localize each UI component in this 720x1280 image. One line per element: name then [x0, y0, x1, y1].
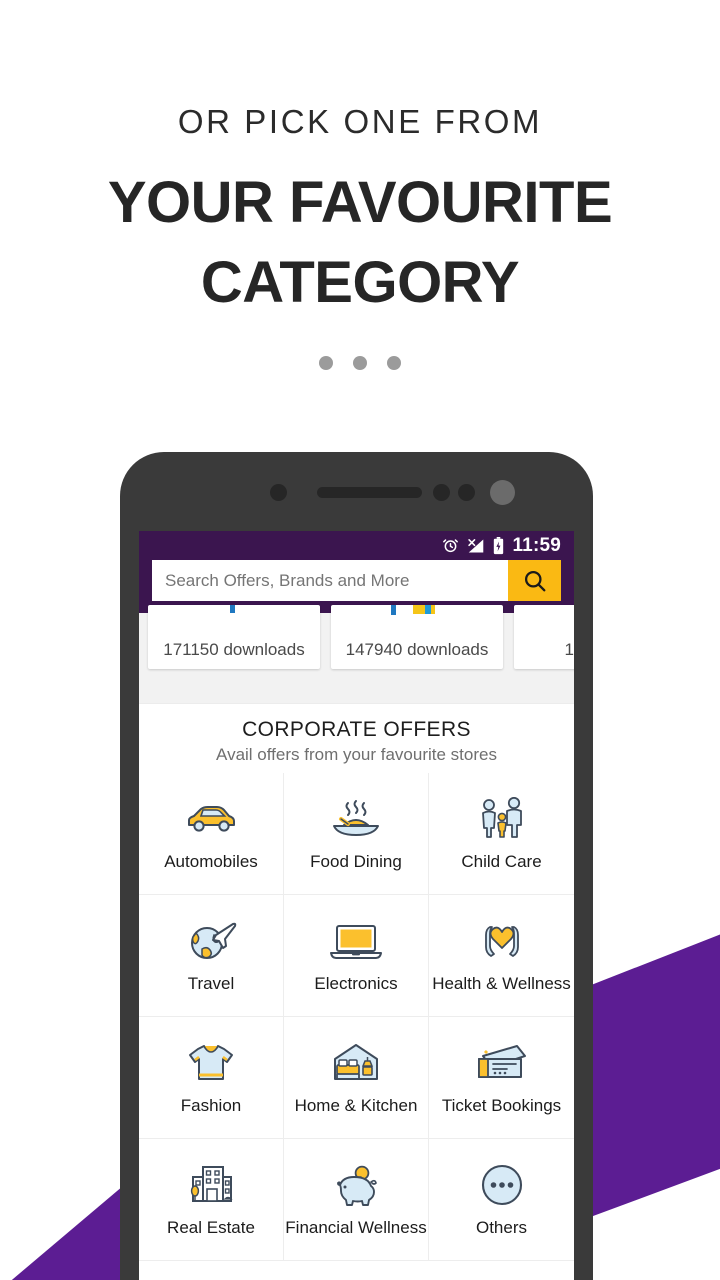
category-cell-travel[interactable]: Travel	[139, 895, 284, 1017]
headline-block: OR PICK ONE FROM YOUR FAVOURITE CATEGORY	[0, 0, 720, 323]
tshirt-icon	[186, 1039, 236, 1087]
category-label: Fashion	[180, 1096, 242, 1115]
carousel-dot-3[interactable]	[387, 356, 401, 370]
carousel-dot-1[interactable]	[319, 356, 333, 370]
category-cell-home-kitchen[interactable]: Home & Kitchen	[284, 1017, 429, 1139]
download-count: 171150 downloads	[163, 640, 305, 659]
building-icon	[185, 1161, 237, 1209]
category-label: Health & Wellness	[432, 974, 571, 993]
download-count: 127004 d	[564, 640, 574, 659]
android-status-bar: 11:59	[139, 531, 574, 560]
proximity-sensor-icon	[270, 484, 287, 501]
ellipsis-circle-icon	[479, 1161, 525, 1209]
carousel-dots[interactable]	[0, 356, 720, 370]
download-card[interactable]: 171150 downloads	[148, 605, 320, 669]
category-label: Others	[475, 1218, 528, 1237]
light-sensor-icon	[433, 484, 450, 501]
carousel-dot-2[interactable]	[353, 356, 367, 370]
family-icon	[475, 795, 529, 843]
phone-top-bezel	[120, 452, 593, 532]
category-cell-electronics[interactable]: Electronics	[284, 895, 429, 1017]
category-cell-real-estate[interactable]: Real Estate	[139, 1139, 284, 1261]
piggy-bank-icon	[328, 1161, 384, 1209]
bed-house-icon	[327, 1039, 385, 1087]
laptop-icon	[327, 917, 385, 965]
battery-icon	[493, 536, 504, 555]
category-label: Ticket Bookings	[441, 1096, 562, 1115]
led-indicator-icon	[458, 484, 475, 501]
category-cell-child-care[interactable]: Child Care	[429, 773, 574, 895]
download-count: 147940 downloads	[345, 640, 489, 659]
download-card[interactable]: 147940 downloads	[331, 605, 503, 669]
category-label: Real Estate	[167, 1218, 255, 1237]
category-cell-automobiles[interactable]: Automobiles	[139, 773, 284, 895]
download-card[interactable]: 127004 d	[514, 605, 574, 669]
signal-icon	[467, 538, 485, 554]
category-cell-ticket-bookings[interactable]: Ticket Bookings	[429, 1017, 574, 1139]
search-input[interactable]	[152, 560, 508, 601]
category-cell-food-dining[interactable]: Food Dining	[284, 773, 429, 895]
category-cell-others[interactable]: Others	[429, 1139, 574, 1261]
earpiece-speaker	[317, 487, 422, 498]
corporate-offers-subtitle: Avail offers from your favourite stores	[216, 745, 497, 764]
category-cell-financial-wellness[interactable]: Financial Wellness	[284, 1139, 429, 1261]
app-logo-icon	[387, 605, 447, 617]
category-label: Food Dining	[310, 852, 402, 871]
app-logo-icon	[214, 605, 254, 615]
category-cell-health-wellness[interactable]: Health & Wellness	[429, 895, 574, 1017]
search-bar[interactable]	[152, 560, 561, 601]
corporate-offers-title: CORPORATE OFFERS	[242, 718, 471, 741]
app-download-cards-strip: 171150 downloads 147940 downloads 1	[139, 605, 574, 703]
food-plate-icon	[328, 795, 384, 843]
category-label: Child Care	[461, 852, 542, 871]
category-label: Home & Kitchen	[294, 1096, 418, 1115]
category-label: Travel	[187, 974, 235, 993]
page-root: OR PICK ONE FROM YOUR FAVOURITE CATEGORY	[0, 0, 720, 1280]
status-bar-clock: 11:59	[512, 534, 561, 556]
headline-title-line2: CATEGORY	[200, 250, 520, 315]
headline-kicker: OR PICK ONE FROM	[177, 103, 543, 140]
headline-title-line1: YOUR FAVOURITE	[107, 170, 613, 235]
phone-screen: 11:59 Search Offers, Brands and More 171…	[139, 531, 574, 1280]
hands-heart-icon	[474, 917, 530, 965]
category-cell-fashion[interactable]: Fashion	[139, 1017, 284, 1139]
corporate-offers-header: CORPORATE OFFERS Avail offers from your …	[139, 703, 574, 773]
category-label: Financial Wellness	[285, 1218, 427, 1237]
category-grid: Automobiles Food Dining Child Care Trave…	[139, 773, 574, 1261]
category-label: Electronics	[314, 974, 398, 993]
tickets-icon	[473, 1039, 531, 1087]
globe-plane-icon	[185, 917, 237, 965]
search-icon	[522, 568, 548, 594]
car-icon	[183, 795, 239, 843]
alarm-icon	[442, 537, 459, 554]
search-button[interactable]	[508, 560, 561, 601]
phone-mockup: 11:59 Search Offers, Brands and More 171…	[120, 452, 593, 1280]
front-camera-icon	[490, 480, 515, 505]
decorative-purple-triangle-left	[0, 1180, 130, 1280]
category-label: Automobiles	[164, 852, 258, 871]
